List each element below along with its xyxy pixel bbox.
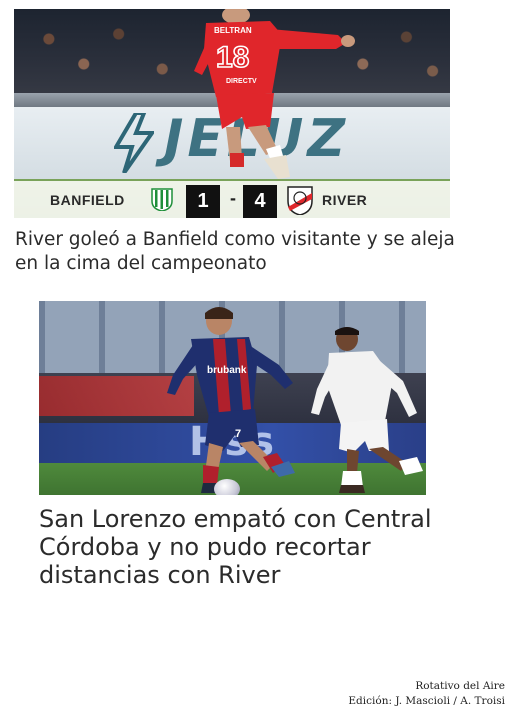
shorts-number: 7: [235, 428, 241, 440]
banfield-crest-icon: [151, 188, 173, 211]
football: [214, 479, 240, 495]
away-score: 4: [243, 185, 277, 218]
jersey-name: BELTRAN: [214, 26, 252, 35]
river-player: BELTRAN 18 DIRECTV: [194, 9, 355, 179]
home-score: 1: [186, 185, 220, 218]
edition-credits: Edición: J. Mascioli / A. Troisi: [348, 695, 505, 707]
score-separator: -: [230, 188, 236, 208]
jersey-sponsor: DIRECTV: [226, 78, 257, 85]
article-2-headline[interactable]: San Lorenzo empató con Central Córdoba y…: [39, 505, 459, 589]
home-team-name: BANFIELD: [50, 192, 125, 208]
article-2-photo[interactable]: Hss brubank 7: [39, 301, 426, 495]
san-lorenzo-player: brubank 7: [167, 307, 295, 493]
footer-credits: Rotativo del Aire Edición: J. Mascioli /…: [348, 679, 505, 709]
central-cordoba-player: [311, 327, 423, 493]
jersey-sponsor: brubank: [207, 365, 247, 376]
publication-name: Rotativo del Aire: [415, 680, 505, 692]
article-1-headline[interactable]: River goleó a Banfield como visitante y …: [15, 228, 455, 276]
away-team-name: RIVER: [322, 192, 368, 208]
river-plate-crest-icon: [287, 186, 313, 215]
jersey-number: 18: [216, 41, 249, 74]
